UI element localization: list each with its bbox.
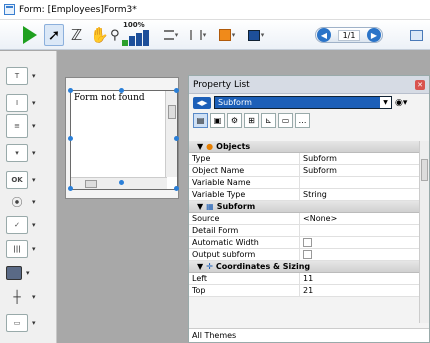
category-coordinates-sizing[interactable]: ▼ ✛ Coordinates & Sizing — [189, 261, 420, 273]
tab-coordinates[interactable]: ⊞ — [244, 113, 259, 128]
property-list-scrollbar[interactable] — [419, 141, 429, 323]
align-tool-button[interactable]: ▾ — [160, 24, 182, 46]
tab-display[interactable]: ▭ — [278, 113, 293, 128]
category-subform[interactable]: ▼ ▦ Subform — [189, 201, 420, 213]
select-tool-button[interactable]: ➚ — [44, 24, 64, 46]
property-row[interactable]: Automatic Width — [189, 237, 420, 249]
palette-button-tool[interactable]: OK ▾ — [6, 169, 36, 191]
button-icon: OK — [6, 171, 28, 189]
coordinates-category-icon: ✛ — [206, 261, 213, 271]
toolbar: ➚ ℤ ✋ ⚲ 100% ▾ ▾ ▾ ▾ ◀ 1/1 ▶ — [0, 20, 430, 50]
property-row[interactable]: Variable Name — [189, 177, 420, 189]
tab-chart[interactable]: ⊾ — [261, 113, 276, 128]
palette-checkbox-tool[interactable]: ✓ ▾ — [6, 214, 36, 236]
object-selector-row: ◀▶ Subform ▼ ◉▾ — [189, 94, 429, 111]
palette-progress-tool[interactable]: ||| ▾ — [6, 238, 36, 260]
palette-radio-tool[interactable]: ⦿ ▾ — [6, 191, 36, 213]
chevron-down-icon: ▼ — [380, 97, 391, 108]
page-navigator: ◀ 1/1 ▶ — [315, 27, 383, 43]
radio-icon: ⦿ — [11, 196, 23, 209]
next-page-icon[interactable]: ▶ — [367, 28, 381, 42]
palette-text-tool[interactable]: I ▾ — [6, 92, 36, 114]
palette-combo-tool[interactable]: ▾ ▾ — [6, 142, 36, 164]
rectangle-icon — [6, 266, 22, 280]
objects-category-icon: ● — [206, 141, 214, 151]
previous-page-icon[interactable]: ◀ — [317, 28, 331, 42]
resize-handle[interactable] — [119, 180, 124, 185]
tab-settings[interactable]: ⚙ — [227, 113, 242, 128]
hand-tool-icon[interactable]: ✋ — [90, 24, 109, 46]
property-row[interactable]: Source <None> — [189, 213, 420, 225]
palette-input-tool[interactable]: T ▾ — [6, 65, 36, 87]
prev-next-object-icon[interactable]: ◀▶ — [193, 96, 211, 109]
property-row[interactable]: Detail Form — [189, 225, 420, 237]
page-counter: 1/1 — [337, 29, 361, 41]
property-grid: ▼ ● Objects Type Subform Object Name Subform… — [189, 141, 420, 297]
selected-object-name: Subform — [218, 98, 252, 107]
listbox-icon: ≡ — [6, 114, 28, 138]
checkbox-icon: ✓ — [6, 216, 28, 234]
category-objects[interactable]: ▼ ● Objects — [189, 141, 420, 153]
resize-handle[interactable] — [174, 186, 179, 191]
theme-footer: All Themes — [189, 328, 429, 342]
form-icon — [4, 4, 15, 15]
resize-handle[interactable] — [174, 88, 179, 93]
input-icon: T — [6, 67, 28, 85]
window-title: Form: [Employees]Form3* — [19, 4, 137, 15]
splitter-icon: ▭ — [6, 314, 28, 332]
resize-handle[interactable] — [68, 136, 73, 141]
magnify-icon[interactable]: ⚲ — [110, 24, 120, 46]
resize-handle[interactable] — [68, 186, 73, 191]
level-tool-button[interactable]: ▾ — [214, 24, 240, 46]
property-tabs: ▤ ▣ ⚙ ⊞ ⊾ ▭ … — [189, 111, 429, 130]
property-row[interactable]: Object Name Subform — [189, 165, 420, 177]
property-row[interactable]: Top 21 — [189, 285, 420, 297]
windows-icon[interactable] — [406, 24, 426, 46]
property-row[interactable]: Type Subform — [189, 153, 420, 165]
palette-line-tool[interactable]: ┼ ▾ — [6, 286, 35, 308]
property-list-panel: Property List ✕ ◀▶ Subform ▼ ◉▾ ▤ ▣ ⚙ ⊞ … — [188, 75, 430, 343]
resize-handle[interactable] — [68, 88, 73, 93]
zoom-bars-button[interactable] — [120, 28, 150, 46]
palette-listbox-tool[interactable]: ≡ ▾ — [6, 113, 36, 139]
object-palette: T ▾ I ▾ ≡ ▾ ▾ ▾ OK ▾ ⦿ ▾ ✓ ▾ ||| ▾ ▾ ┼ ▾ ▭ ▾ — [0, 51, 57, 343]
run-form-button[interactable] — [21, 24, 39, 46]
line-icon: ┼ — [13, 290, 21, 304]
output-subform-checkbox[interactable] — [303, 250, 312, 259]
subform-object[interactable]: Form not found — [70, 90, 178, 190]
subform-placeholder-text: Form not found — [74, 93, 145, 103]
palette-rectangle-tool[interactable]: ▾ — [6, 262, 30, 284]
subform-category-icon: ▦ — [206, 201, 214, 211]
distribute-tool-button[interactable]: ▾ — [186, 24, 210, 46]
property-row[interactable]: Left 11 — [189, 273, 420, 285]
close-icon[interactable]: ✕ — [415, 79, 425, 90]
object-selector[interactable]: Subform ▼ — [214, 96, 392, 109]
property-row[interactable]: Output subform — [189, 249, 420, 261]
tab-objects[interactable]: ▣ — [210, 113, 225, 128]
tab-more[interactable]: … — [295, 113, 310, 128]
text-field-icon: I — [6, 94, 28, 112]
tab-list-view[interactable]: ▤ — [193, 113, 208, 128]
palette-splitter-tool[interactable]: ▭ ▾ — [6, 312, 36, 334]
resize-handle[interactable] — [119, 88, 124, 93]
automatic-width-checkbox[interactable] — [303, 238, 312, 247]
combo-icon: ▾ — [6, 144, 28, 162]
title-bar: Form: [Employees]Form3* — [0, 0, 430, 20]
view-options-icon[interactable]: ◉▾ — [395, 98, 407, 108]
property-list-title: Property List — [193, 79, 250, 90]
resize-handle[interactable] — [174, 136, 179, 141]
zoom-tool-icon[interactable]: ℤ — [71, 24, 82, 46]
property-list-header: Property List ✕ — [189, 76, 429, 94]
progress-icon: ||| — [6, 240, 28, 258]
group-tool-button[interactable]: ▾ — [243, 24, 269, 46]
property-row[interactable]: Variable Type String — [189, 189, 420, 201]
subform-vertical-scrollbar[interactable] — [165, 91, 177, 177]
